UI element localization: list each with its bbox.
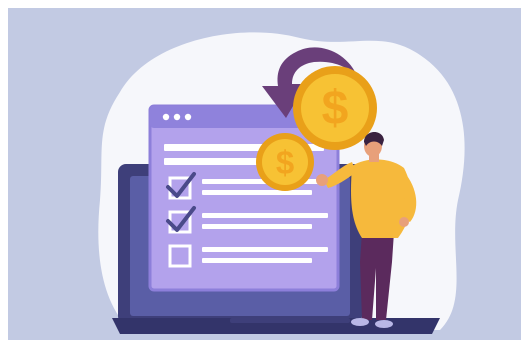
text-line xyxy=(202,258,312,263)
person-shoe xyxy=(351,318,369,326)
coin-symbol: $ xyxy=(276,144,294,181)
person-hand xyxy=(399,217,409,227)
text-line xyxy=(202,213,328,218)
window-dot-icon xyxy=(162,113,170,121)
illustration-scene: $ $ xyxy=(8,8,521,340)
window-dot-icon xyxy=(184,113,192,121)
dollar-coin-icon: $ xyxy=(293,66,377,150)
dollar-coin-icon: $ xyxy=(256,133,314,191)
text-line xyxy=(202,247,328,252)
text-line xyxy=(202,190,312,195)
person-shoe xyxy=(375,320,393,328)
laptop-base-highlight xyxy=(230,318,350,323)
person-hand xyxy=(316,174,328,186)
text-line xyxy=(202,224,312,229)
coin-symbol: $ xyxy=(322,82,349,135)
window-dot-icon xyxy=(173,113,181,121)
